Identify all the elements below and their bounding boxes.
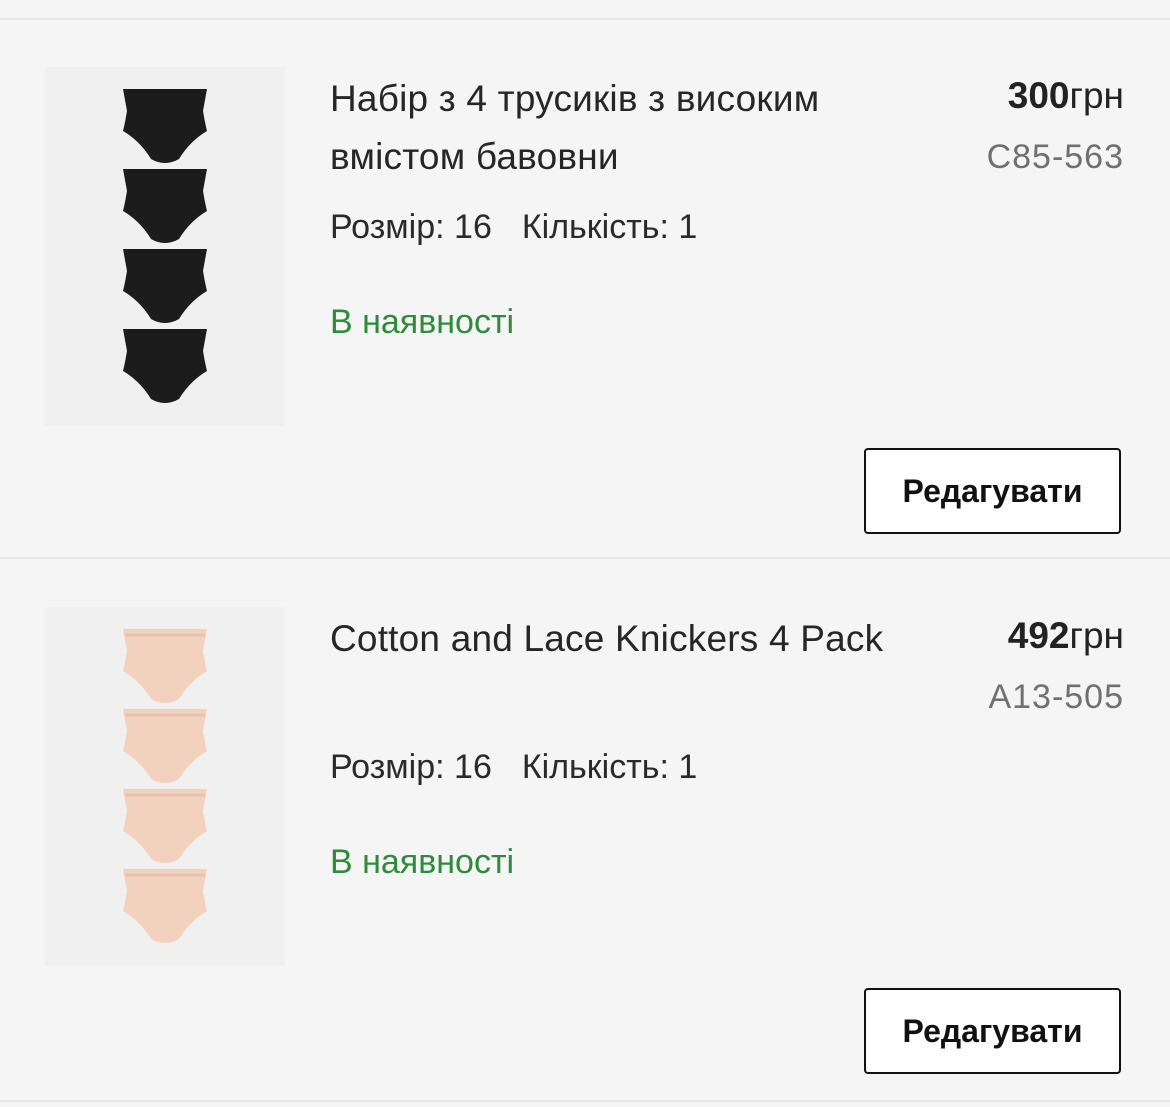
quantity-label: Кількість: 1 xyxy=(521,748,698,786)
knickers-stack-black xyxy=(123,89,207,403)
size-label: Розмір: 16 xyxy=(330,748,492,786)
product-image-graphic xyxy=(123,89,207,403)
price-amount: 492 xyxy=(1007,615,1070,656)
size-label: Розмір: 16 xyxy=(330,208,492,246)
basket-item: Cotton and Lace Knickers 4 Pack Розмір: … xyxy=(0,560,1170,1098)
basket-item: Набір з 4 трусиків з високим вмістом бав… xyxy=(0,20,1170,558)
product-image-graphic xyxy=(123,629,207,943)
knickers-shape xyxy=(123,169,207,243)
stock-status: В наявності xyxy=(330,843,515,881)
price-currency: грн xyxy=(1069,75,1124,116)
quantity-label: Кількість: 1 xyxy=(521,208,698,246)
product-price: 492грн xyxy=(1008,615,1124,657)
knickers-shape xyxy=(123,89,207,163)
product-options: Розмір: 16 Кількість: 1 xyxy=(330,748,697,787)
product-options: Розмір: 16 Кількість: 1 xyxy=(330,208,697,247)
knickers-shape xyxy=(123,789,207,863)
product-image[interactable] xyxy=(45,67,285,426)
product-sku: C85-563 xyxy=(986,138,1124,176)
edit-button[interactable]: Редагувати xyxy=(864,988,1121,1074)
price-amount: 300 xyxy=(1007,75,1070,116)
knickers-stack-nude xyxy=(123,629,207,943)
product-price: 300грн xyxy=(1008,75,1124,117)
knickers-shape xyxy=(123,249,207,323)
knickers-shape xyxy=(123,629,207,703)
divider xyxy=(0,1100,1170,1102)
price-currency: грн xyxy=(1069,615,1124,656)
knickers-shape xyxy=(123,869,207,943)
knickers-shape xyxy=(123,329,207,403)
product-image[interactable] xyxy=(45,607,285,966)
product-sku: A13-505 xyxy=(988,678,1124,716)
product-title[interactable]: Набір з 4 трусиків з високим вмістом бав… xyxy=(330,70,910,186)
stock-status: В наявності xyxy=(330,303,515,341)
divider xyxy=(0,557,1170,559)
basket-items-list: Набір з 4 трусиків з високим вмістом бав… xyxy=(0,0,1170,1107)
knickers-shape xyxy=(123,709,207,783)
edit-button[interactable]: Редагувати xyxy=(864,448,1121,534)
product-title[interactable]: Cotton and Lace Knickers 4 Pack xyxy=(330,610,910,668)
